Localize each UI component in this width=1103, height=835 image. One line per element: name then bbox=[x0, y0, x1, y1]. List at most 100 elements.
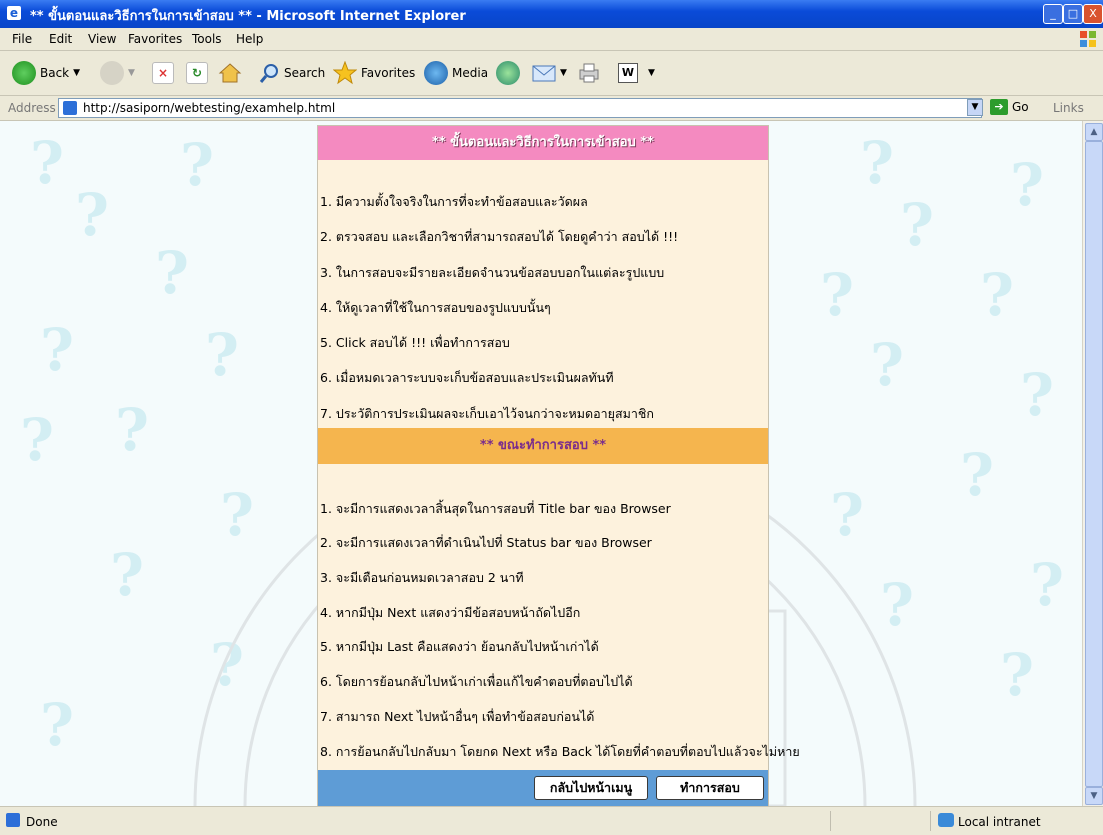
go-label: Go bbox=[1012, 100, 1029, 114]
status-bar: Done Local intranet bbox=[0, 806, 1103, 835]
question-mark-decoration: ? bbox=[30, 129, 64, 197]
step-item: 4. ให้ดูเวลาที่ใช้ในการสอบของรูปแบบนั้นๆ bbox=[320, 300, 551, 315]
history-button[interactable] bbox=[496, 60, 520, 86]
rule-item: 4. หากมีปุ่ม Next แสดงว่ามีข้อสอบหน้าถัด… bbox=[320, 605, 581, 620]
word-icon: W bbox=[618, 63, 638, 83]
address-label: Address bbox=[8, 101, 56, 115]
toolbar: Back ▼ ▼ × ↻ Search Favorites Media ▼ W … bbox=[0, 51, 1103, 96]
question-mark-decoration: ? bbox=[115, 396, 149, 464]
step-item: 5. Click สอบได้ !!! เพื่อทำการสอบ bbox=[320, 335, 510, 350]
links-toolbar[interactable]: Links bbox=[1053, 101, 1084, 115]
go-arrow-icon: ➔ bbox=[990, 99, 1008, 115]
rule-item: 6. โดยการย้อนกลับไปหน้าเก่าเพื่อแก้ไขคำต… bbox=[320, 674, 633, 689]
rule-item: 8. การย้อนกลับไปกลับมา โดยกด Next หรือ B… bbox=[320, 744, 800, 759]
back-label: Back bbox=[40, 66, 70, 80]
question-mark-decoration: ? bbox=[20, 406, 54, 474]
window-titlebar[interactable]: e ** ขั้นตอนและวิธีการในการเข้าสอบ ** - … bbox=[0, 0, 1103, 28]
back-button[interactable]: Back ▼ bbox=[12, 60, 80, 86]
windows-logo-icon bbox=[1080, 31, 1096, 47]
address-bar: Address http://sasiporn/webtesting/examh… bbox=[0, 96, 1103, 121]
mail-icon bbox=[532, 65, 556, 82]
refresh-button[interactable]: ↻ bbox=[186, 60, 208, 86]
menu-favorites[interactable]: Favorites bbox=[128, 32, 182, 46]
question-mark-decoration: ? bbox=[980, 261, 1014, 329]
question-mark-decoration: ? bbox=[1020, 361, 1054, 429]
print-button[interactable] bbox=[577, 60, 601, 86]
question-mark-decoration: ? bbox=[900, 191, 934, 259]
question-mark-decoration: ? bbox=[75, 181, 109, 249]
menu-help[interactable]: Help bbox=[236, 32, 263, 46]
vertical-scrollbar[interactable]: ▲ ▼ bbox=[1082, 121, 1103, 806]
status-divider bbox=[830, 811, 831, 831]
security-zone: Local intranet bbox=[958, 815, 1041, 829]
step-item: 7. ประวัติการประเมินผลจะเก็บเอาไว้จนกว่า… bbox=[320, 406, 654, 421]
scroll-up-icon[interactable]: ▲ bbox=[1085, 123, 1103, 141]
rule-item: 5. หากมีปุ่ม Last คือแสดงว่า ย้อนกลับไปห… bbox=[320, 639, 599, 654]
media-button[interactable]: Media bbox=[424, 60, 488, 86]
menu-tools[interactable]: Tools bbox=[192, 32, 222, 46]
favorites-button[interactable]: Favorites bbox=[333, 60, 415, 86]
question-mark-decoration: ? bbox=[1030, 551, 1064, 619]
question-mark-decoration: ? bbox=[1010, 151, 1044, 219]
scroll-down-icon[interactable]: ▼ bbox=[1085, 787, 1103, 805]
chevron-down-icon: ▼ bbox=[648, 68, 655, 78]
ie-icon: e bbox=[7, 6, 21, 20]
forward-button[interactable]: ▼ bbox=[100, 60, 135, 86]
step-item: 6. เมื่อหมดเวลาระบบจะเก็บข้อสอบและประเมิ… bbox=[320, 370, 614, 385]
menu-file[interactable]: File bbox=[12, 32, 32, 46]
printer-icon bbox=[579, 63, 599, 83]
step-item: 1. มีความตั้งใจจริงในการที่จะทำข้อสอบและ… bbox=[320, 194, 588, 209]
question-mark-decoration: ? bbox=[820, 261, 854, 329]
question-mark-decoration: ? bbox=[1000, 641, 1034, 709]
edit-word-button[interactable]: W ▼ bbox=[618, 60, 655, 86]
close-button[interactable]: X bbox=[1083, 4, 1103, 24]
address-dropdown-icon[interactable]: ▼ bbox=[967, 99, 983, 116]
media-label: Media bbox=[452, 66, 489, 80]
rule-item: 3. จะมีเตือนก่อนหมดเวลาสอบ 2 นาที bbox=[320, 570, 524, 585]
page-done-icon bbox=[6, 813, 20, 827]
search-button[interactable]: Search bbox=[258, 60, 325, 86]
question-mark-decoration: ? bbox=[860, 129, 894, 197]
rule-item: 2. จะมีการแสดงเวลาที่ดำเนินไปที่ Status … bbox=[320, 535, 652, 550]
rule-item: 1. จะมีการแสดงเวลาสิ้นสุดในการสอบที่ Tit… bbox=[320, 501, 671, 516]
page-icon bbox=[63, 101, 77, 115]
menu-edit[interactable]: Edit bbox=[49, 32, 72, 46]
star-icon bbox=[333, 61, 357, 85]
chevron-down-icon: ▼ bbox=[73, 68, 81, 78]
home-button[interactable] bbox=[218, 60, 242, 86]
menu-view[interactable]: View bbox=[88, 32, 116, 46]
question-mark-decoration: ? bbox=[180, 131, 214, 199]
menu-bar: File Edit View Favorites Tools Help bbox=[0, 28, 1103, 51]
step-item: 3. ในการสอบจะมีรายละเอียดจำนวนข้อสอบบอกใ… bbox=[320, 265, 665, 280]
forward-arrow-icon bbox=[100, 61, 124, 85]
refresh-icon: ↻ bbox=[186, 62, 208, 84]
go-button[interactable]: ➔ Go bbox=[990, 99, 1029, 115]
stop-icon: × bbox=[152, 62, 174, 84]
history-icon bbox=[496, 61, 520, 85]
chevron-down-icon: ▼ bbox=[128, 68, 135, 78]
step-item: 2. ตรวจสอบ และเลือกวิชาที่สามารถสอบได้ โ… bbox=[320, 229, 679, 244]
back-to-menu-button[interactable]: กลับไปหน้าเมนู bbox=[534, 776, 648, 800]
back-arrow-icon bbox=[12, 61, 36, 85]
address-input[interactable]: http://sasiporn/webtesting/examhelp.html bbox=[58, 98, 982, 118]
page-content: ? ? ? ? ? ? ? ? ? ? ? ? ? ? ? ? ? ? ? ? … bbox=[0, 121, 1082, 806]
mail-button[interactable]: ▼ bbox=[532, 60, 567, 86]
intranet-zone-icon bbox=[938, 813, 954, 827]
minimize-button[interactable]: _ bbox=[1043, 4, 1063, 24]
media-globe-icon bbox=[424, 61, 448, 85]
maximize-button[interactable]: □ bbox=[1063, 4, 1083, 24]
steps-header: ** ขั้นตอนและวิธีการในการเข้าสอบ ** bbox=[318, 126, 768, 160]
panel-footer: กลับไปหน้าเมนู ทำการสอบ bbox=[318, 770, 768, 806]
scroll-thumb[interactable] bbox=[1085, 141, 1103, 787]
stop-button[interactable]: × bbox=[152, 60, 174, 86]
status-divider bbox=[930, 811, 931, 831]
exam-instructions-panel: ** ขั้นตอนและวิธีการในการเข้าสอบ ** 1. ม… bbox=[317, 125, 800, 806]
address-url: http://sasiporn/webtesting/examhelp.html bbox=[83, 101, 336, 115]
question-mark-decoration: ? bbox=[40, 691, 74, 759]
question-mark-decoration: ? bbox=[40, 316, 74, 384]
search-label: Search bbox=[284, 66, 326, 80]
window-title: ** ขั้นตอนและวิธีการในการเข้าสอบ ** - Mi… bbox=[30, 9, 466, 24]
question-mark-decoration: ? bbox=[960, 441, 994, 509]
favorites-label: Favorites bbox=[361, 66, 416, 80]
start-exam-button[interactable]: ทำการสอบ bbox=[656, 776, 764, 800]
